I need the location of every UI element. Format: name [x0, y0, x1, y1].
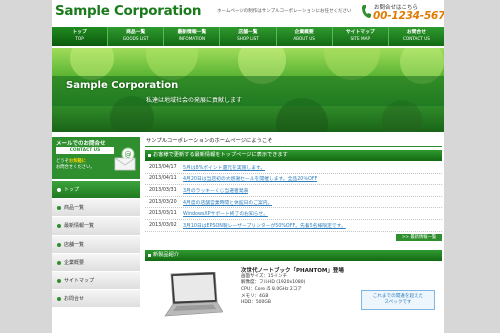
product-cta-line: スペックです	[384, 300, 412, 306]
news-item: 2013/03/02 3月10日はEPSON製レーザープリンターが50%OFF。…	[145, 220, 442, 232]
nav-sublabel: ABOUT US	[293, 36, 315, 41]
mail-icon: @	[114, 147, 136, 171]
product-spec: CPU：Core i5 8.0GHz 2コア	[241, 286, 302, 292]
news-date: 2013/03/11	[149, 211, 177, 217]
news-date: 2013/03/31	[149, 187, 177, 193]
news-item: 2013/03/20 4月度の店舗営業時間と休館日のご案内。	[145, 197, 442, 209]
laptop-image[interactable]	[161, 271, 223, 318]
nav-label: サイトマップ	[345, 30, 375, 35]
hero-subtitle: 私達は地域社会の発展に貢献します	[146, 97, 243, 104]
nav-label: 最新情報一覧	[177, 30, 207, 35]
nav-sublabel: INFOMATION	[178, 36, 206, 41]
side-menu-item-information[interactable]: 最新情報一覧	[52, 217, 140, 236]
news-item: 2013/04/17 5月は8%ポイント還元を実施します。	[145, 162, 442, 174]
hero-title: Sample Corporation	[66, 80, 179, 91]
contact-banner-title: メールでのお問合せ	[56, 141, 106, 147]
news-item: 2013/03/31 3月のラッキーくじ当選者発表	[145, 185, 442, 197]
news-link[interactable]: 5月は8%ポイント還元を実施します。	[183, 164, 265, 171]
nav-item-goods-list[interactable]: 商品一覧 GOODS LIST	[108, 27, 165, 46]
main-content: サンプルコーポレーションのホームページにようこそ お客様で更新する最新情報をトッ…	[145, 137, 442, 333]
contact-banner-text-highlight: お気軽に	[68, 159, 87, 164]
nav-item-shop-list[interactable]: 店舗一覧 SHOP LIST	[220, 27, 277, 46]
nav-item-about-us[interactable]: 企業概要 ABOUT US	[277, 27, 333, 46]
nav-sublabel: GOODS LIST	[122, 36, 149, 41]
phone-number[interactable]: 00-1234-5678	[373, 10, 444, 22]
news-section-heading: お客様で更新する最新情報をトップページに表示できます	[145, 150, 442, 161]
svg-text:@: @	[125, 151, 132, 159]
contact-banner-text-before: どうぞ	[56, 159, 69, 164]
nav-sublabel: CONTACT US	[402, 36, 430, 41]
site-logo[interactable]: Sample Corporation	[55, 3, 201, 19]
nav-label: 商品一覧	[126, 30, 146, 35]
nav-label: 店舗一覧	[238, 30, 258, 35]
news-date: 2013/03/02	[149, 222, 177, 228]
nav-item-information[interactable]: 最新情報一覧 INFOMATION	[164, 27, 221, 46]
product-spec: 解像度：フルHD (1920x1080)	[241, 280, 306, 286]
news-list: 2013/04/17 5月は8%ポイント還元を実施します。 2013/04/11…	[145, 162, 442, 232]
hero-banner: Sample Corporation 私達は地域社会の発展に貢献します	[52, 48, 444, 132]
sidebar: メールでのお問合せ CONTACT US どうぞお気軽に お問合せください。 @…	[52, 137, 140, 333]
nav-label: お問合せ	[406, 30, 427, 35]
page: Sample Corporation ホームページの制作はサンプルコーポレーショ…	[52, 0, 444, 333]
nav-label: 企業概要	[294, 30, 314, 35]
side-menu-item-site-map[interactable]: サイトマップ	[52, 271, 140, 291]
side-menu-item-contact-us[interactable]: お問合せ	[52, 290, 140, 309]
global-nav: トップ TOP 商品一覧 GOODS LIST 最新情報一覧 INFOMATIO…	[52, 27, 444, 46]
news-link[interactable]: 3月のラッキーくじ当選者発表	[183, 187, 248, 194]
nav-item-site-map[interactable]: サイトマップ SITE MAP	[333, 27, 389, 46]
news-date: 2013/03/20	[149, 199, 177, 205]
product-cta-line: これまでの間違を超えた	[372, 293, 424, 299]
side-menu-item-shop-list[interactable]: 店舗一覧	[52, 235, 140, 254]
product-spec: HDD：500GB	[241, 300, 271, 306]
phone-icon	[362, 5, 371, 18]
contact-banner-en-badge: CONTACT US	[56, 147, 114, 154]
news-item: 2013/03/11 WindowsXPサポート終了のお知らせ。	[145, 208, 442, 220]
news-item: 2013/04/11 4月20日は当店初の大感謝セールを開催します。全品20％O…	[145, 174, 442, 186]
news-date: 2013/04/11	[149, 176, 177, 182]
product-cta-box[interactable]: これまでの間違を超えた スペックです	[361, 289, 435, 310]
news-link[interactable]: 4月20日は当店初の大感謝セールを開催します。全品20％OFF	[183, 175, 317, 182]
nav-sublabel: SITE MAP	[350, 36, 370, 41]
news-link[interactable]: WindowsXPサポート終了のお知らせ。	[183, 210, 268, 217]
sidebar-contact-banner[interactable]: メールでのお問合せ CONTACT US どうぞお気軽に お問合せください。 @	[52, 137, 140, 179]
nav-sublabel: TOP	[75, 36, 84, 41]
contact-banner-en-label: CONTACT US	[69, 148, 101, 153]
side-menu-item-top[interactable]: トップ	[52, 181, 140, 200]
welcome-heading: サンプルコーポレーションのホームページにようこそ	[145, 137, 442, 147]
contact-banner-text-after: お問合せください。	[56, 165, 95, 170]
header: Sample Corporation ホームページの制作はサンプルコーポレーショ…	[52, 0, 444, 24]
header-contact: お問合せはこちら 00-1234-5678	[362, 2, 444, 22]
product-feature: 次世代ノートブック「PHANTOM」登場 画面サイズ：15インチ 解像度：フルH…	[145, 264, 442, 324]
product-title: 次世代ノートブック「PHANTOM」登場	[241, 267, 344, 274]
news-list-more-button[interactable]: >> 最新情報一覧	[396, 233, 442, 241]
nav-item-top[interactable]: トップ TOP	[52, 27, 109, 46]
side-menu-item-about-us[interactable]: 企業概要	[52, 253, 140, 272]
news-link[interactable]: 3月10日はEPSON製レーザープリンターが50%OFF。先着5名様限定です。	[183, 222, 346, 229]
nav-item-contact-us[interactable]: お問合せ CONTACT US	[389, 27, 444, 46]
nav-label: トップ	[72, 30, 87, 35]
nav-sublabel: SHOP LIST	[237, 36, 259, 41]
products-section-heading: 新製品紹介	[145, 249, 442, 261]
header-tagline: ホームページの制作はサンプルコーポレーションにお任せください	[217, 9, 352, 14]
side-menu-item-goods-list[interactable]: 商品一覧	[52, 199, 140, 218]
product-spec-list: 画面サイズ：15インチ 解像度：フルHD (1920x1080) CPU：Cor…	[241, 274, 305, 308]
news-date: 2013/04/17	[149, 164, 177, 170]
contact-banner-text: どうぞお気軽に お問合せください。	[56, 159, 114, 171]
news-link[interactable]: 4月度の店舗営業時間と休館日のご案内。	[183, 199, 272, 206]
side-menu: トップ 商品一覧 最新情報一覧 店舗一覧 企業概要 サイトマップ お問合せ	[52, 181, 140, 309]
